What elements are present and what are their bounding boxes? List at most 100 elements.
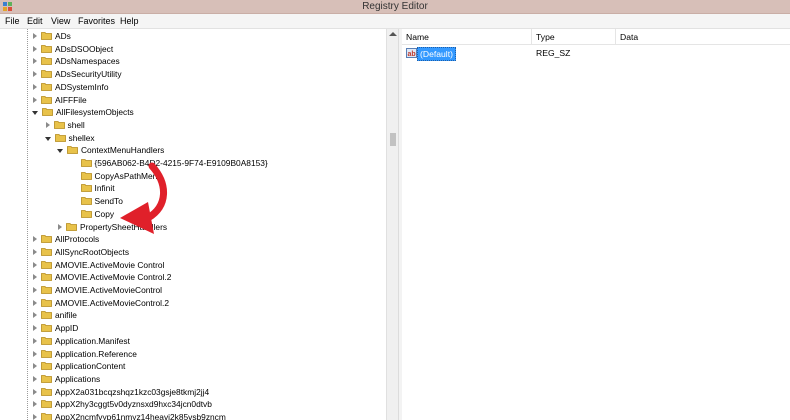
no-expander	[71, 160, 77, 166]
tree-item-label: ADsNamespaces	[55, 56, 120, 67]
tree-item[interactable]: shellex	[44, 132, 95, 145]
tree-item-label: AppID	[55, 323, 79, 334]
tree-item[interactable]: AppX2hy3cggt5v0dyznsxd9hxc34jcn0dtvb	[33, 398, 212, 411]
tree-item-label: anifile	[55, 310, 77, 321]
folder-icon	[80, 159, 92, 167]
tree-item[interactable]: Application.Reference	[33, 348, 137, 361]
collapsed-arrow-icon[interactable]	[45, 121, 50, 128]
collapsed-arrow-icon[interactable]	[33, 312, 37, 319]
collapsed-arrow-icon[interactable]	[33, 83, 37, 90]
menu-favorites[interactable]: Favorites	[76, 14, 117, 28]
collapsed-arrow-icon[interactable]	[33, 350, 37, 357]
collapsed-arrow-icon[interactable]	[33, 375, 37, 382]
folder-icon	[41, 273, 52, 282]
menu-view[interactable]: View	[49, 14, 72, 28]
tree-item[interactable]: Infinit	[71, 182, 115, 195]
scroll-up-arrow-icon[interactable]	[389, 32, 397, 36]
collapsed-arrow-icon[interactable]	[33, 299, 37, 306]
title-bar: Registry Editor	[0, 0, 790, 14]
tree-item[interactable]: AppX2a031bcqzshqz1kzc03gsje8tkmj2jj4	[33, 386, 209, 399]
collapsed-arrow-icon[interactable]	[33, 58, 37, 65]
collapsed-arrow-icon[interactable]	[33, 414, 37, 420]
folder-icon	[67, 146, 78, 155]
red-curved-arrow-icon	[120, 162, 167, 234]
menu-file[interactable]: File	[3, 14, 22, 28]
collapsed-arrow-icon[interactable]	[33, 287, 37, 293]
collapsed-arrow-icon[interactable]	[33, 325, 37, 332]
tree-item[interactable]: Applications	[33, 373, 100, 386]
no-expander	[71, 211, 77, 217]
tree-item[interactable]: ADsNamespaces	[33, 55, 120, 68]
tree-item-label: shell	[67, 119, 85, 130]
collapsed-arrow-icon[interactable]	[33, 33, 37, 39]
expanded-arrow-icon[interactable]	[32, 111, 38, 116]
folder-icon	[80, 184, 92, 193]
tree-item-label: ADs	[55, 31, 71, 41]
values-list[interactable]: Name Type Data ab (Default) REG_SZ	[402, 29, 790, 420]
tree-item-label: ADsDSOObject	[55, 43, 114, 54]
tree-item[interactable]: ADs	[33, 30, 71, 43]
collapsed-arrow-icon[interactable]	[58, 223, 62, 230]
column-header-data[interactable]: Data	[616, 29, 790, 45]
tree-item[interactable]: ADsDSOObject	[33, 43, 113, 56]
tree-item[interactable]: anifile	[33, 309, 77, 322]
no-expander	[71, 173, 77, 179]
tree-item-label: AppX2hy3cggt5v0dyznsxd9hxc34jcn0dtvb	[55, 399, 212, 410]
tree-item[interactable]: ContextMenuHandlers	[57, 144, 164, 157]
folder-icon	[41, 298, 52, 307]
folder-icon	[41, 32, 52, 40]
collapsed-arrow-icon[interactable]	[33, 363, 37, 370]
tree-item[interactable]: Copy	[71, 208, 115, 221]
collapsed-arrow-icon[interactable]	[33, 337, 37, 344]
tree-item[interactable]: AMOVIE.ActiveMovieControl	[33, 284, 162, 297]
folder-icon	[53, 120, 65, 129]
folder-icon	[41, 247, 52, 256]
collapsed-arrow-icon[interactable]	[33, 274, 37, 281]
tree-item-label: ADSystemInfo	[55, 81, 109, 92]
collapsed-arrow-icon[interactable]	[33, 248, 37, 255]
value-name-default[interactable]: (Default)	[417, 47, 456, 61]
collapsed-arrow-icon[interactable]	[33, 236, 37, 243]
tree-item-label: AppX2a031bcqzshqz1kzc03gsje8tkmj2jj4	[55, 386, 210, 397]
value-row[interactable]: ab (Default) REG_SZ	[402, 47, 790, 61]
tree-item[interactable]: AllSyncRootObjects	[33, 246, 129, 259]
folder-icon	[66, 222, 77, 231]
tree-item[interactable]: AIFFFile	[33, 94, 87, 107]
tree-item[interactable]: AppID	[33, 322, 78, 335]
scrollbar-thumb[interactable]	[390, 133, 396, 146]
tree-item[interactable]: Application.Manifest	[33, 335, 130, 348]
folder-icon	[41, 336, 52, 345]
collapsed-arrow-icon[interactable]	[33, 261, 37, 268]
tree-item[interactable]: ApplicationContent	[33, 360, 125, 373]
tree-item[interactable]: AMOVIE.ActiveMovie Control.2	[33, 271, 171, 284]
collapsed-arrow-icon[interactable]	[33, 71, 37, 78]
collapsed-arrow-icon[interactable]	[33, 401, 37, 408]
column-header-type[interactable]: Type	[532, 29, 616, 45]
tree-item[interactable]: AllProtocols	[33, 233, 99, 246]
tree-item[interactable]: AllFilesystemObjects	[32, 106, 134, 119]
tree-item-label: AMOVIE.ActiveMovieControl.2	[55, 297, 170, 308]
menu-help[interactable]: Help	[118, 14, 141, 28]
tree-item[interactable]: AMOVIE.ActiveMovie Control	[33, 259, 164, 272]
registry-key-tree[interactable]: ADs ADsDSOObject ADsNamespaces ADsSecurityU…	[0, 29, 386, 420]
tree-item[interactable]: AppX2ncmfvyp61nmyz14heavj2k85vsb9zncm	[33, 411, 226, 420]
tree-item-label: AMOVIE.ActiveMovie Control	[55, 259, 165, 270]
tree-item-label: AppX2ncmfvyp61nmyz14heavj2k85vsb9zncm	[55, 412, 226, 420]
tree-item-label: Copy	[94, 208, 115, 219]
expanded-arrow-icon[interactable]	[57, 149, 63, 154]
folder-icon	[41, 324, 52, 332]
folder-icon	[41, 311, 52, 320]
tree-item-label: Infinit	[94, 183, 115, 194]
collapsed-arrow-icon[interactable]	[33, 388, 37, 395]
tree-item[interactable]: ADsSecurityUtility	[33, 68, 122, 81]
tree-item[interactable]: AMOVIE.ActiveMovieControl.2	[33, 297, 169, 310]
collapsed-arrow-icon[interactable]	[33, 96, 37, 103]
menu-edit[interactable]: Edit	[25, 14, 45, 28]
folder-icon	[80, 197, 92, 205]
column-header-name[interactable]: Name	[402, 29, 532, 45]
tree-item[interactable]: shell	[45, 119, 85, 132]
expanded-arrow-icon[interactable]	[44, 136, 51, 141]
collapsed-arrow-icon[interactable]	[33, 45, 37, 52]
tree-item[interactable]: ADSystemInfo	[33, 81, 109, 94]
folder-icon	[80, 171, 92, 180]
